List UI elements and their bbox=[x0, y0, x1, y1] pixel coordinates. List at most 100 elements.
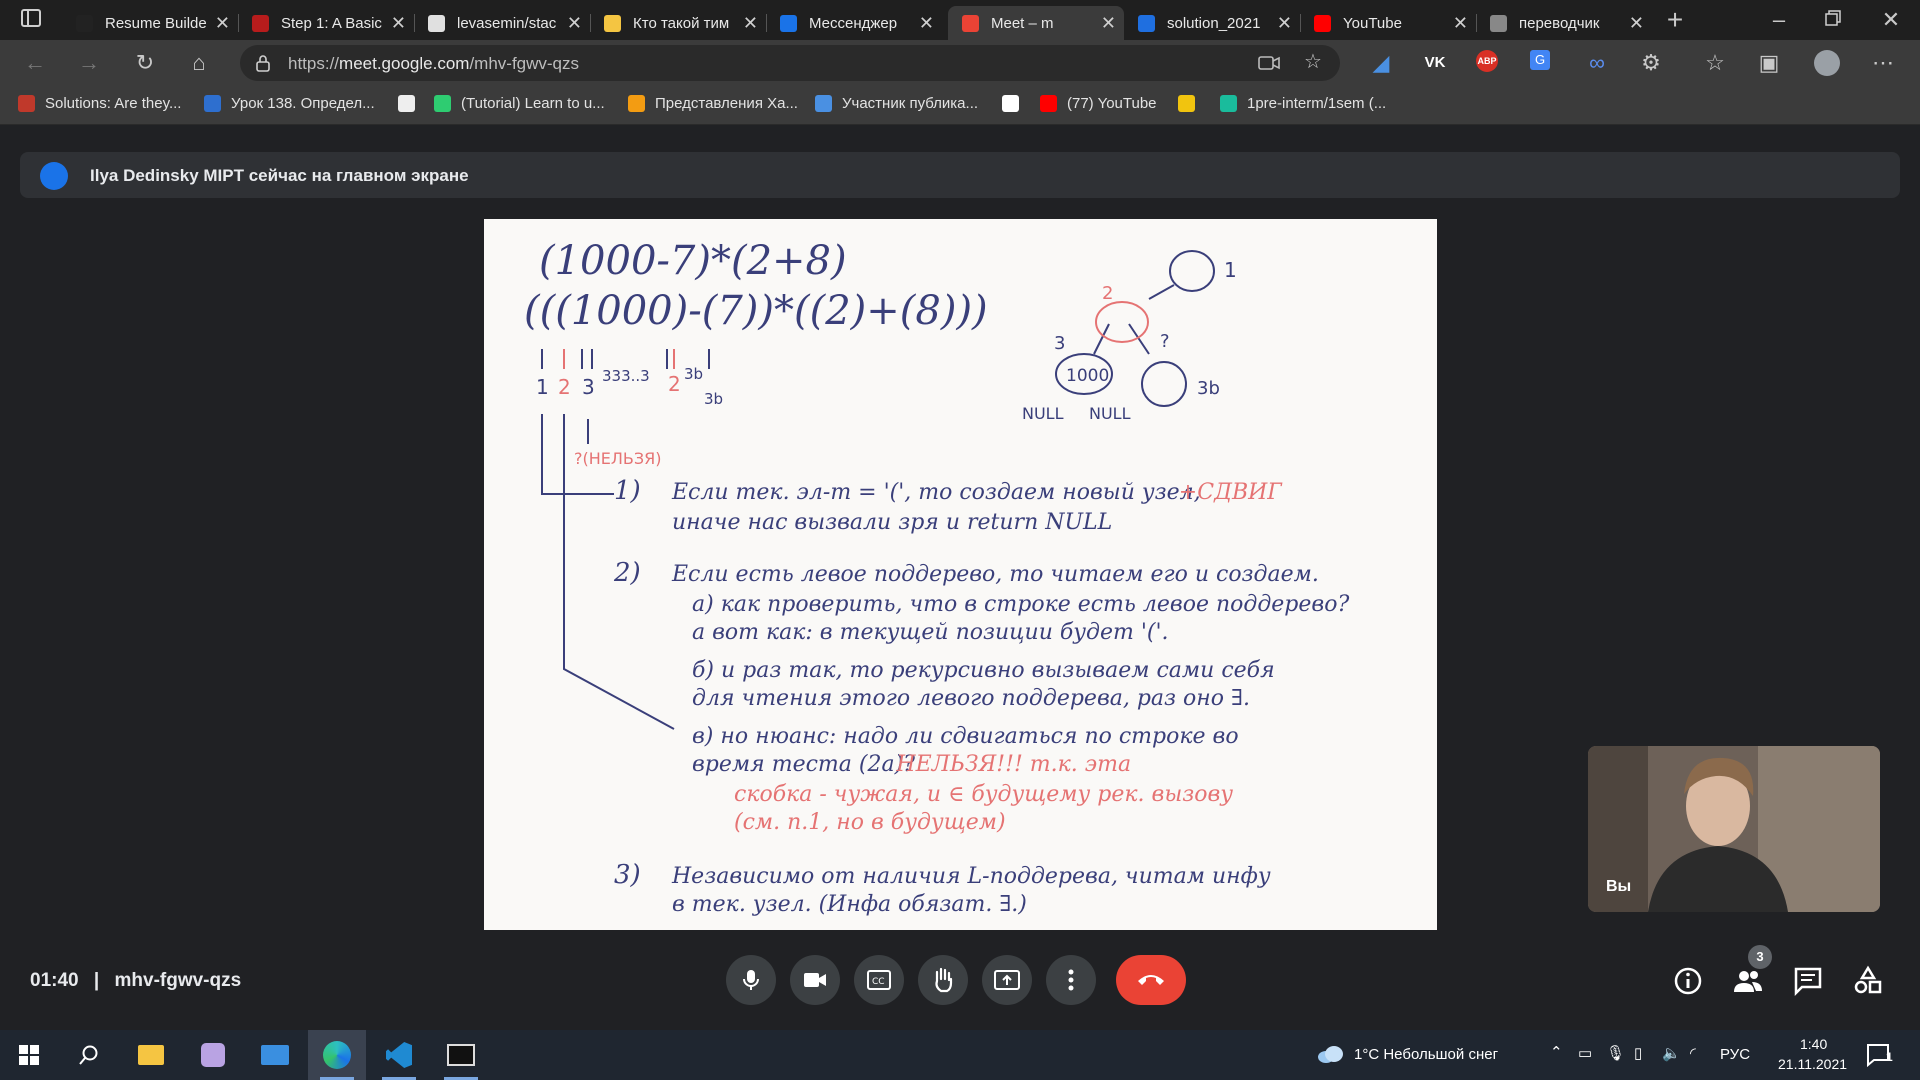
browser-tab[interactable]: Мессенджер ✕ bbox=[766, 6, 942, 40]
bookmark-item[interactable]: Представления Ха... bbox=[628, 95, 798, 112]
settings-menu-icon[interactable]: ⋯ bbox=[1870, 50, 1896, 76]
whiteboard-text-line: время теста (2а)? bbox=[692, 752, 915, 777]
whiteboard-red-note: скобка - чужая, и ∈ будущему рек. вызову bbox=[734, 782, 1233, 807]
presenting-banner-text: Ilya Dedinsky MIPT сейчас на главном экр… bbox=[90, 166, 469, 185]
tab-actions-icon[interactable] bbox=[18, 7, 44, 33]
vscode-app[interactable] bbox=[370, 1030, 428, 1080]
battery-icon[interactable]: ▭ bbox=[1578, 1044, 1592, 1062]
index-label: 2 bbox=[558, 375, 571, 399]
tab-close-icon[interactable]: ✕ bbox=[1101, 13, 1116, 34]
bookmark-item[interactable]: Участник публика... bbox=[815, 95, 978, 112]
add-favorite-icon[interactable]: ☆ bbox=[1304, 49, 1322, 74]
profile-avatar[interactable] bbox=[1814, 50, 1840, 76]
browser-tab[interactable]: levasemin/stac ✕ bbox=[414, 6, 590, 40]
bookmark-item[interactable]: Solutions: Are they... bbox=[18, 95, 181, 112]
search-button[interactable] bbox=[60, 1030, 118, 1080]
index-label: 2 bbox=[668, 372, 681, 396]
browser-tab[interactable]: Meet – m ✕ bbox=[948, 6, 1124, 40]
browser-tab[interactable]: solution_2021 ✕ bbox=[1124, 6, 1300, 40]
bookmark-item[interactable]: (77) YouTube bbox=[1040, 95, 1157, 112]
tab-title: Resume Builde bbox=[105, 14, 207, 32]
more-options-button[interactable] bbox=[1046, 955, 1096, 1005]
minimize-icon[interactable]: – bbox=[1766, 7, 1792, 33]
translate-extension-icon[interactable]: G bbox=[1530, 50, 1556, 76]
self-view-video[interactable]: Вы bbox=[1588, 746, 1880, 912]
bookmark-item[interactable]: Урок 138. Определ... bbox=[204, 95, 375, 112]
new-tab-icon[interactable]: + bbox=[1662, 6, 1688, 34]
activities-icon[interactable] bbox=[1852, 965, 1884, 997]
tab-close-icon[interactable]: ✕ bbox=[1277, 13, 1292, 34]
wifi-icon[interactable]: ◜ bbox=[1690, 1044, 1696, 1062]
bookmark-item[interactable]: 1pre-interm/1sem (... bbox=[1220, 95, 1386, 112]
camera-button[interactable] bbox=[790, 955, 840, 1005]
microphone-button[interactable] bbox=[726, 955, 776, 1005]
bookmark-item[interactable] bbox=[1178, 95, 1205, 112]
vk-extension-icon[interactable]: VK bbox=[1422, 50, 1448, 76]
tab-close-icon[interactable]: ✕ bbox=[743, 13, 758, 34]
captions-button[interactable]: CC bbox=[854, 955, 904, 1005]
browser-tab[interactable]: YouTube ✕ bbox=[1300, 6, 1476, 40]
notification-count: 1 bbox=[1886, 1050, 1893, 1064]
tray-clock-date[interactable]: 21.11.2021 bbox=[1778, 1056, 1847, 1072]
chat-icon[interactable] bbox=[1792, 965, 1824, 997]
tray-clock-time[interactable]: 1:40 bbox=[1800, 1036, 1827, 1052]
raise-hand-button[interactable] bbox=[918, 955, 968, 1005]
tab-close-icon[interactable]: ✕ bbox=[391, 13, 406, 34]
bookmarks-bar: Solutions: Are they... Урок 138. Определ.… bbox=[0, 86, 1920, 125]
adblock-icon[interactable]: ABP bbox=[1476, 50, 1502, 76]
bookmark-label: Solutions: Are they... bbox=[45, 95, 182, 112]
lock-icon bbox=[256, 55, 270, 72]
tab-close-icon[interactable]: ✕ bbox=[1629, 13, 1644, 34]
folder-icon bbox=[138, 1045, 164, 1065]
whiteboard-red-note: +СДВИГ bbox=[1179, 480, 1284, 505]
extension-icon[interactable]: ◢ bbox=[1368, 50, 1394, 76]
extension-loop-icon[interactable]: ∞ bbox=[1584, 50, 1610, 76]
tab-close-icon[interactable]: ✕ bbox=[567, 13, 582, 34]
extensions-puzzle-icon[interactable]: ⚙ bbox=[1638, 50, 1664, 76]
address-bar[interactable]: https://meet.google.com/mhv-fgwv-qzs ☆ bbox=[240, 45, 1340, 81]
photos-app[interactable] bbox=[184, 1030, 242, 1080]
camera-permission-icon[interactable] bbox=[1258, 54, 1280, 72]
display-tray-icon[interactable]: ▯ bbox=[1634, 1044, 1642, 1062]
bookmark-favicon-icon bbox=[815, 95, 832, 112]
restore-icon[interactable] bbox=[1820, 7, 1846, 33]
weather-text[interactable]: 1°C Небольшой снег bbox=[1354, 1046, 1498, 1063]
terminal-app[interactable] bbox=[432, 1030, 490, 1080]
bookmark-favicon-icon bbox=[1220, 95, 1237, 112]
browser-tab[interactable]: Step 1: A Basic ✕ bbox=[238, 6, 414, 40]
bookmark-favicon-icon bbox=[1002, 95, 1019, 112]
tab-close-icon[interactable]: ✕ bbox=[1453, 13, 1468, 34]
tab-close-icon[interactable]: ✕ bbox=[919, 13, 934, 34]
edge-app[interactable] bbox=[308, 1030, 366, 1080]
mic-tray-icon[interactable]: 🎙 bbox=[1606, 1044, 1625, 1062]
language-indicator[interactable]: РУС bbox=[1720, 1046, 1750, 1063]
whiteboard-text-line: Если есть левое поддерево, то читаем его… bbox=[671, 562, 1319, 587]
tab-favicon-icon bbox=[962, 14, 979, 32]
home-icon[interactable]: ⌂ bbox=[186, 50, 212, 76]
close-window-icon[interactable]: ✕ bbox=[1878, 7, 1904, 33]
start-button[interactable] bbox=[0, 1030, 58, 1080]
whiteboard-text-line: а вот как: в текущей позиции будет '('. bbox=[692, 620, 1169, 645]
mail-app[interactable] bbox=[246, 1030, 304, 1080]
bookmark-item[interactable] bbox=[1002, 95, 1029, 112]
meeting-details-icon[interactable] bbox=[1672, 965, 1704, 997]
favorites-icon[interactable]: ☆ bbox=[1702, 50, 1728, 76]
browser-tab-strip: Resume Builde ✕ Step 1: A Basic ✕ levasemin/… bbox=[0, 0, 1920, 40]
microphone-icon bbox=[743, 970, 759, 990]
file-explorer-app[interactable] bbox=[122, 1030, 180, 1080]
browser-tab[interactable]: Кто такой тим ✕ bbox=[590, 6, 766, 40]
reload-icon[interactable]: ↻ bbox=[132, 50, 158, 76]
people-icon[interactable] bbox=[1732, 965, 1764, 997]
bookmark-item[interactable]: (Tutorial) Learn to u... bbox=[434, 95, 605, 112]
back-icon[interactable]: ← bbox=[22, 50, 48, 76]
end-call-button[interactable] bbox=[1116, 955, 1186, 1005]
tab-close-icon[interactable]: ✕ bbox=[215, 13, 230, 34]
tray-overflow-icon[interactable]: ⌃ bbox=[1550, 1043, 1563, 1061]
collections-icon[interactable]: ▣ bbox=[1756, 50, 1782, 76]
browser-tab[interactable]: Resume Builde ✕ bbox=[62, 6, 238, 40]
volume-icon[interactable]: 🔈 bbox=[1662, 1044, 1681, 1062]
bookmark-item[interactable] bbox=[398, 95, 425, 112]
browser-tab[interactable]: переводчик ✕ bbox=[1476, 6, 1652, 40]
forward-icon[interactable]: → bbox=[76, 50, 102, 76]
present-screen-button[interactable] bbox=[982, 955, 1032, 1005]
